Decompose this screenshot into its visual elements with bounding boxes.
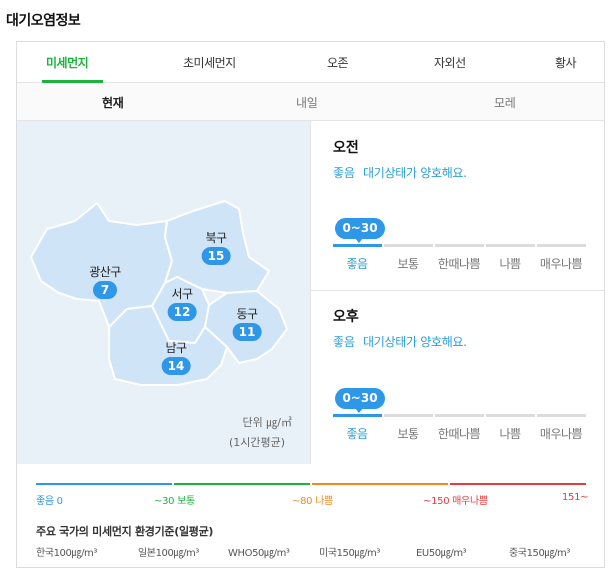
forecast-pm-scale bbox=[333, 414, 587, 417]
scale-segment bbox=[486, 414, 535, 417]
district-name-nam: 남구 bbox=[165, 341, 187, 355]
scale-label-normal: 보통 bbox=[397, 427, 419, 441]
legend-bad: ~80 나쁨 bbox=[292, 496, 333, 507]
standard-usa: 미국150㎍/m³ bbox=[319, 548, 381, 559]
pollutant-tabs: 미세먼지 초미세먼지 오존 자외선 황사 bbox=[17, 42, 604, 83]
forecast-pm-title: 오후 bbox=[333, 309, 359, 325]
standard-china: 중국150㎍/m³ bbox=[509, 548, 571, 559]
scale-segment bbox=[384, 244, 433, 247]
unit-label: 단위 ㎍/㎥ bbox=[242, 416, 292, 429]
district-value-nam[interactable]: 14 bbox=[161, 357, 191, 375]
forecast-pm: 오후 좋음 대기상태가 양호해요. 0~30 좋음 보통 한때나쁨 나쁨 매우나… bbox=[327, 291, 607, 461]
scale-segment bbox=[435, 414, 484, 417]
forecast-pm-grade: 좋음 bbox=[333, 335, 356, 349]
district-name-dong: 동구 bbox=[236, 307, 258, 321]
tab-uv[interactable]: 자외선 bbox=[434, 54, 466, 71]
forecast-pm-desc: 대기상태가 양호해요. bbox=[363, 335, 467, 349]
scale-label-sometimes-bad: 한때나쁨 bbox=[437, 427, 481, 441]
scale-segment bbox=[333, 414, 382, 417]
tab-ultrafine-dust[interactable]: 초미세먼지 bbox=[183, 54, 236, 71]
district-name-buk: 북구 bbox=[205, 231, 227, 245]
district-map: 광산구 7 북구 15 서구 12 동구 11 남구 14 단위 ㎍/㎥ (1시… bbox=[17, 121, 311, 464]
air-pollution-panel: 미세먼지 초미세먼지 오존 자외선 황사 현재 내일 모레 광산구 7 북구 1… bbox=[16, 41, 605, 568]
scale-label-bad: 나쁨 bbox=[499, 427, 521, 441]
scale-label-normal: 보통 bbox=[397, 257, 419, 271]
standard-japan: 일본100㎍/m³ bbox=[138, 548, 200, 559]
district-value-gwangsan[interactable]: 7 bbox=[93, 281, 117, 299]
forecast-am: 오전 좋음 대기상태가 양호해요. 0~30 좋음 보통 한때나쁨 나쁨 매우나… bbox=[327, 121, 607, 291]
scale-label-sometimes-bad: 한때나쁨 bbox=[437, 257, 481, 271]
tab-yellow-dust[interactable]: 황사 bbox=[555, 54, 577, 71]
tab-day-after-tomorrow[interactable]: 모레 bbox=[494, 94, 516, 111]
scale-label-very-bad: 매우나쁨 bbox=[539, 257, 583, 271]
district-name-gwangsan: 광산구 bbox=[89, 265, 121, 279]
forecast-am-title: 오전 bbox=[333, 140, 359, 156]
legend-very-bad: ~150 매우나쁨 bbox=[423, 496, 488, 507]
tab-today[interactable]: 현재 bbox=[102, 94, 124, 111]
standards-title: 주요 국가의 미세먼지 환경기준(일평균) bbox=[36, 525, 214, 538]
legend-normal: ~30 보통 bbox=[154, 496, 195, 507]
scale-segment bbox=[435, 244, 484, 247]
district-name-seo: 서구 bbox=[171, 287, 193, 301]
standard-korea: 한국100㎍/m³ bbox=[36, 548, 98, 559]
legend-max: 151~ bbox=[562, 492, 589, 503]
scale-label-bad: 나쁨 bbox=[499, 257, 521, 271]
day-tabs: 현재 내일 모레 bbox=[17, 83, 604, 121]
forecast-am-desc: 대기상태가 양호해요. bbox=[363, 166, 467, 180]
scale-segment bbox=[537, 244, 586, 247]
tab-tomorrow[interactable]: 내일 bbox=[296, 94, 318, 111]
scale-segment bbox=[384, 414, 433, 417]
standard-who: WHO50㎍/m³ bbox=[228, 548, 290, 559]
legend-bar-bad bbox=[312, 483, 448, 485]
standard-eu: EU50㎍/m³ bbox=[416, 548, 467, 559]
district-value-dong[interactable]: 11 bbox=[232, 323, 262, 341]
forecast-pm-range-badge: 0~30 bbox=[335, 388, 385, 413]
forecast-am-scale bbox=[333, 244, 587, 247]
forecast-am-grade: 좋음 bbox=[333, 166, 356, 180]
district-value-buk[interactable]: 15 bbox=[201, 247, 231, 265]
district-map-shapes bbox=[30, 200, 288, 386]
district-value-seo[interactable]: 12 bbox=[167, 303, 197, 321]
scale-label-good: 좋음 bbox=[346, 257, 368, 271]
page-title: 대기오염정보 bbox=[6, 13, 81, 29]
scale-segment bbox=[333, 244, 382, 247]
unit-sub-label: (1시간평균) bbox=[229, 436, 286, 449]
legend-bar-very-bad bbox=[450, 483, 586, 485]
legend-bar-normal bbox=[174, 483, 310, 485]
forecast-am-range-badge: 0~30 bbox=[335, 218, 385, 243]
scale-label-very-bad: 매우나쁨 bbox=[539, 427, 583, 441]
tab-ozone[interactable]: 오존 bbox=[327, 54, 349, 71]
scale-label-good: 좋음 bbox=[346, 427, 368, 441]
legend-bar-good bbox=[36, 483, 172, 485]
scale-segment bbox=[537, 414, 586, 417]
tab-fine-dust[interactable]: 미세먼지 bbox=[46, 54, 89, 71]
scale-segment bbox=[486, 244, 535, 247]
legend-good: 좋음 0 bbox=[36, 496, 63, 507]
